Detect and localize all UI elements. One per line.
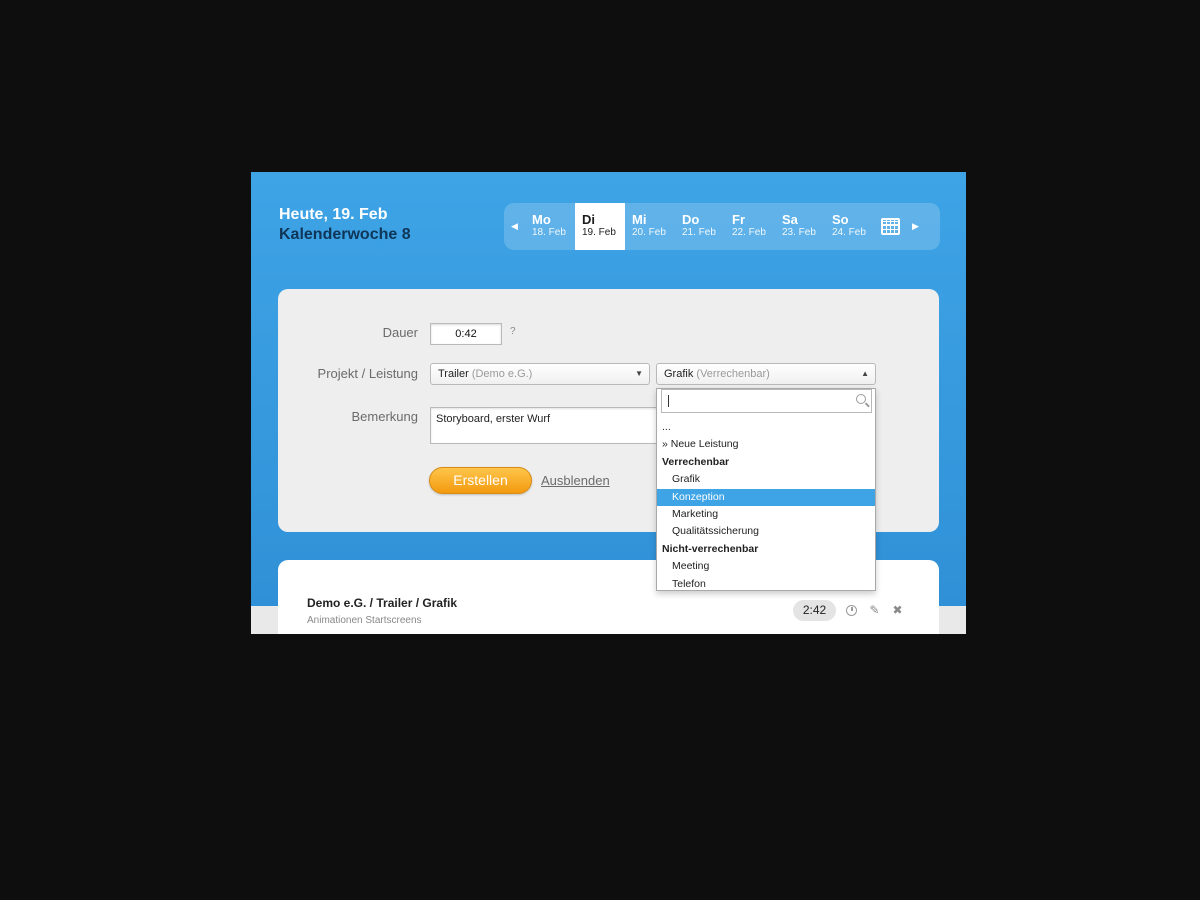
day-date: 21. Feb bbox=[682, 227, 716, 238]
service-dropdown: ...» Neue Leistung Verrechenbar Grafik Konz… bbox=[656, 388, 876, 591]
search-icon bbox=[856, 394, 866, 404]
day-date: 19. Feb bbox=[582, 227, 616, 238]
day-tab[interactable]: Mo 18. Feb bbox=[525, 203, 575, 250]
remark-label: Bemerkung bbox=[351, 409, 418, 424]
service-value: Grafik bbox=[664, 368, 694, 380]
duration-input[interactable]: 0:42 bbox=[430, 323, 502, 345]
day-name: Fr bbox=[732, 212, 745, 227]
project-value: Trailer bbox=[438, 368, 469, 380]
dropdown-option[interactable]: ... bbox=[657, 419, 875, 436]
project-label: Projekt / Leistung bbox=[317, 366, 418, 381]
entry-title: Demo e.G. / Trailer / Grafik bbox=[307, 596, 458, 610]
day-date: 20. Feb bbox=[632, 227, 666, 238]
day-date: 18. Feb bbox=[532, 227, 566, 238]
dropdown-option[interactable]: Telefon bbox=[657, 576, 875, 593]
hide-link[interactable]: Ausblenden bbox=[541, 473, 610, 488]
day-date: 24. Feb bbox=[832, 227, 866, 238]
day-tab[interactable]: So 24. Feb bbox=[825, 203, 875, 250]
day-tab[interactable]: Fr 22. Feb bbox=[725, 203, 775, 250]
chevron-down-icon: ▼ bbox=[635, 369, 643, 378]
dropdown-option[interactable]: Qualitätssicherung bbox=[657, 523, 875, 540]
dropdown-option[interactable]: Meeting bbox=[657, 558, 875, 575]
project-sub: (Demo e.G.) bbox=[471, 368, 533, 380]
day-name: Mi bbox=[632, 212, 647, 227]
dropdown-option[interactable]: Marketing bbox=[657, 506, 875, 523]
dropdown-option[interactable]: Konzeption bbox=[657, 488, 875, 506]
today-title: Heute, 19. Feb bbox=[279, 206, 388, 223]
create-button[interactable]: Erstellen bbox=[429, 467, 532, 494]
day-name: So bbox=[832, 212, 849, 227]
dropdown-search-input[interactable] bbox=[661, 389, 872, 413]
day-name: Di bbox=[582, 212, 595, 227]
service-select[interactable]: Grafik (Verrechenbar) ▲ bbox=[656, 363, 876, 385]
dropdown-list: ...» Neue Leistung Verrechenbar Grafik Konz… bbox=[657, 419, 875, 593]
day-name: Mo bbox=[532, 212, 551, 227]
dropdown-group-header: Nicht-verrechenbar bbox=[662, 542, 759, 555]
day-date: 23. Feb bbox=[782, 227, 816, 238]
day-name: Sa bbox=[782, 212, 798, 227]
dropdown-group-header: Verrechenbar bbox=[662, 455, 730, 468]
week-navigation: ◀ Mo 18. Feb Di 19. Feb Mi 20. Feb Do 21. Feb Fr… bbox=[504, 203, 940, 250]
duration-label: Dauer bbox=[382, 325, 418, 340]
project-select[interactable]: Trailer (Demo e.G.) ▼ bbox=[430, 363, 650, 385]
day-name: Do bbox=[682, 212, 700, 227]
close-icon[interactable]: ✖ bbox=[891, 604, 904, 617]
clock-icon[interactable] bbox=[846, 605, 857, 616]
day-tab[interactable]: Sa 23. Feb bbox=[775, 203, 825, 250]
day-date: 22. Feb bbox=[732, 227, 766, 238]
help-icon[interactable]: ? bbox=[510, 326, 516, 337]
day-tab[interactable]: Mi 20. Feb bbox=[625, 203, 675, 250]
day-tab[interactable]: Do 21. Feb bbox=[675, 203, 725, 250]
chevron-up-icon: ▲ bbox=[861, 369, 869, 378]
day-list: Mo 18. Feb Di 19. Feb Mi 20. Feb Do 21. Feb Fr 22… bbox=[525, 203, 875, 250]
chevron-right-icon[interactable]: ▶ bbox=[905, 203, 926, 250]
app-window: Heute, 19. Feb Kalenderwoche 8 ◀ Mo 18. F… bbox=[251, 172, 966, 634]
pencil-icon[interactable]: ✎ bbox=[868, 604, 881, 617]
dropdown-option[interactable]: » Neue Leistung bbox=[657, 436, 875, 453]
entry-time-badge[interactable]: 2:42 bbox=[793, 600, 836, 621]
week-title: Kalenderwoche 8 bbox=[279, 226, 411, 243]
chevron-left-icon[interactable]: ◀ bbox=[504, 203, 525, 250]
text-cursor bbox=[668, 395, 669, 407]
entry-subtitle: Animationen Startscreens bbox=[307, 615, 422, 626]
day-tab[interactable]: Di 19. Feb bbox=[575, 203, 625, 250]
remark-textarea[interactable]: Storyboard, erster Wurf bbox=[430, 407, 660, 444]
calendar-button[interactable] bbox=[875, 203, 905, 250]
dropdown-option[interactable]: Grafik bbox=[657, 471, 875, 488]
service-sub: (Verrechenbar) bbox=[696, 368, 770, 380]
calendar-icon bbox=[880, 218, 900, 235]
